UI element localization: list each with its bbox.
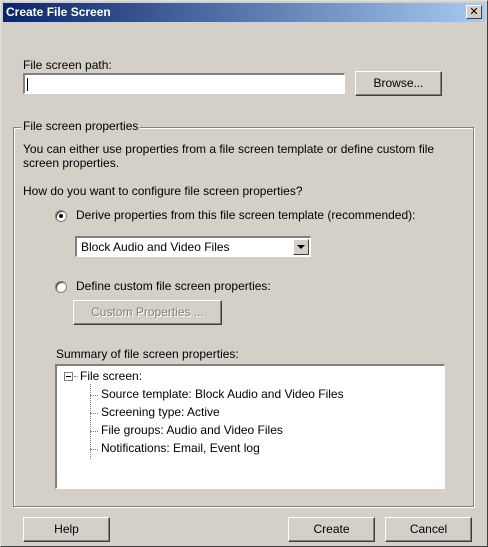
collapse-icon[interactable] [64,372,73,381]
radio-selected-dot [59,214,63,218]
radio-derive-from-template-label[interactable]: Derive properties from this file screen … [76,208,415,222]
tree-item: File groups: Audio and Video Files [101,423,283,437]
tree-item: Screening type: Active [101,405,220,419]
template-select-value: Block Audio and Video Files [81,240,230,254]
summary-label: Summary of file screen properties: [56,347,239,361]
text-caret [27,78,28,91]
summary-tree[interactable]: File screen: Source template: Block Audi… [55,364,445,489]
radio-define-custom-label[interactable]: Define custom file screen properties: [76,279,271,293]
radio-derive-from-template[interactable] [55,210,67,222]
group-title: File screen properties [21,119,141,133]
configure-question: How do you want to configure file screen… [23,184,303,198]
chevron-down-icon[interactable] [293,239,309,255]
file-screen-path-input[interactable] [23,73,345,94]
tree-item: Source template: Block Audio and Video F… [101,387,344,401]
close-icon: ✕ [469,6,479,18]
tree-connector [90,431,98,432]
tree-connector [90,413,98,414]
custom-properties-button: Custom Properties ... [73,300,222,325]
intro-text: You can either use properties from a fil… [23,142,435,170]
help-button[interactable]: Help [23,517,110,542]
close-button[interactable]: ✕ [466,5,482,19]
create-button[interactable]: Create [288,517,375,542]
tree-item: Notifications: Email, Event log [101,441,260,455]
cancel-button[interactable]: Cancel [385,517,472,542]
template-select[interactable]: Block Audio and Video Files [75,236,311,257]
tree-root: File screen: [80,369,143,383]
file-screen-path-label: File screen path: [23,58,112,72]
tree-connector [74,376,78,377]
tree-connector [90,395,98,396]
create-file-screen-dialog: Create File Screen ✕ File screen path: B… [0,0,488,547]
dialog-title: Create File Screen [6,5,111,19]
tree-connector [90,449,98,450]
radio-define-custom[interactable] [55,281,67,293]
browse-button[interactable]: Browse... [355,71,442,96]
title-bar[interactable]: Create File Screen ✕ [3,3,485,22]
